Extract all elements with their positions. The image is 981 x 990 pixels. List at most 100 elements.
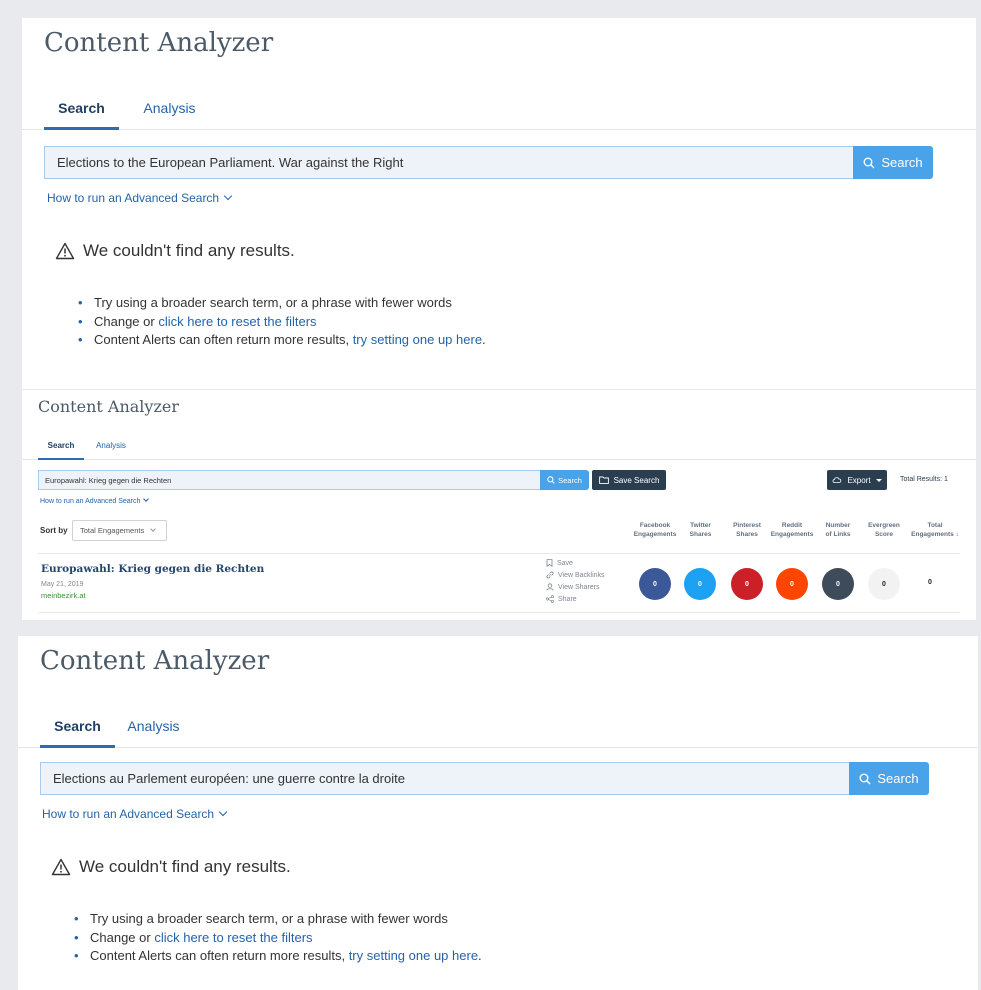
- tab-search[interactable]: Search: [38, 435, 84, 460]
- column-header-line: Engagements ↓: [911, 531, 959, 538]
- suggestion-text: Try using a broader search term, or a ph…: [90, 911, 448, 926]
- action-label: View Backlinks: [558, 571, 605, 579]
- reset-filters-link[interactable]: click here to reset the filters: [158, 314, 316, 329]
- setup-alert-link[interactable]: try setting one up here: [349, 948, 478, 963]
- page-title: Content Analyzer: [44, 28, 274, 58]
- no-results-text: We couldn't find any results.: [79, 857, 291, 876]
- action-label: View Sharers: [558, 583, 600, 591]
- column-header-evergreen[interactable]: Evergreen Score: [860, 521, 908, 539]
- search-button[interactable]: Search: [849, 762, 929, 795]
- column-header-reddit[interactable]: Reddit Engagements: [767, 521, 817, 539]
- tab-search[interactable]: Search: [44, 90, 119, 130]
- column-header-line: of Links: [825, 531, 851, 538]
- tab-bar: Search Analysis: [18, 708, 978, 748]
- content-analyzer-panel-french: Content Analyzer Search Analysis Search …: [18, 636, 978, 990]
- chevron-down-icon: [150, 525, 157, 532]
- reset-filters-link[interactable]: click here to reset the filters: [154, 930, 312, 945]
- advanced-search-link[interactable]: How to run an Advanced Search: [47, 191, 233, 205]
- column-header-twitter[interactable]: Twitter Shares: [678, 521, 723, 539]
- suggestion-text: Change or: [94, 313, 159, 329]
- column-header-line: Facebook: [639, 522, 671, 529]
- sort-select[interactable]: Total Engagements: [72, 520, 167, 541]
- column-header-line: Twitter: [690, 522, 711, 529]
- search-icon: [859, 773, 871, 784]
- folder-icon: [598, 476, 609, 484]
- facebook-engagements-value: 0: [639, 568, 671, 600]
- warning-icon: [55, 242, 75, 260]
- content-analyzer-panel-english: Content Analyzer Search Analysis Search …: [22, 18, 976, 389]
- cloud-download-icon: [833, 477, 842, 483]
- no-results-message: We couldn't find any results.: [55, 241, 295, 261]
- tab-bar: Search Analysis: [22, 435, 976, 460]
- search-button-label: Search: [558, 475, 582, 485]
- advanced-search-label: How to run an Advanced Search: [40, 498, 141, 505]
- evergreen-score-value: 0: [868, 568, 900, 600]
- export-button[interactable]: Export: [827, 470, 887, 490]
- tab-bar: Search Analysis: [22, 90, 976, 130]
- column-header-line: Engagements: [770, 531, 814, 538]
- article-domain-link[interactable]: meinbezirk.at: [41, 591, 86, 600]
- advanced-search-label: How to run an Advanced Search: [47, 191, 220, 205]
- pinterest-shares-value: 0: [731, 568, 763, 600]
- article-title-link[interactable]: Europawahl: Krieg gegen die Rechten: [41, 563, 264, 575]
- column-header-pinterest[interactable]: Pinterest Shares: [724, 521, 770, 539]
- advanced-search-link[interactable]: How to run an Advanced Search: [40, 496, 150, 505]
- action-label: Share: [558, 595, 577, 603]
- column-header-facebook[interactable]: Facebook Engagements: [630, 521, 680, 539]
- search-icon: [547, 476, 555, 484]
- page-title: Content Analyzer: [38, 397, 179, 416]
- view-backlinks-action[interactable]: View Backlinks: [546, 571, 605, 579]
- chevron-down-icon: [223, 191, 233, 201]
- content-analyzer-panel-german: Content Analyzer Search Analysis Search …: [22, 390, 976, 620]
- advanced-search-label: How to run an Advanced Search: [42, 807, 215, 821]
- save-search-button[interactable]: Save Search: [592, 470, 666, 490]
- search-input[interactable]: [44, 146, 854, 179]
- twitter-shares-value: 0: [684, 568, 716, 600]
- column-header-line: Reddit: [781, 522, 803, 529]
- bookmark-icon: [546, 559, 553, 567]
- no-results-message: We couldn't find any results.: [51, 857, 291, 877]
- column-header-line: Evergreen: [868, 522, 900, 529]
- user-icon: [546, 583, 554, 591]
- tab-analysis[interactable]: Analysis: [132, 90, 207, 130]
- search-icon: [863, 157, 875, 168]
- search-button-label: Search: [877, 771, 919, 786]
- column-header-line: Engagements: [633, 531, 677, 538]
- advanced-search-link[interactable]: How to run an Advanced Search: [42, 807, 228, 821]
- tab-search[interactable]: Search: [40, 708, 115, 748]
- column-header-line: Shares: [689, 531, 712, 538]
- sort-by-label: Sort by: [40, 526, 68, 535]
- search-input[interactable]: [40, 762, 850, 795]
- search-button[interactable]: Search: [853, 146, 933, 179]
- column-header-links[interactable]: Number of Links: [817, 521, 859, 539]
- suggestion-broader-term: Try using a broader search term, or a ph…: [74, 910, 482, 929]
- page-title: Content Analyzer: [40, 646, 270, 676]
- suggestion-reset-filters: Change or click here to reset the filter…: [74, 929, 482, 948]
- suggestion-suffix: .: [478, 948, 482, 963]
- suggestion-text: Content Alerts can often return more res…: [94, 332, 353, 347]
- suggestion-text: Change or: [90, 929, 155, 945]
- setup-alert-link[interactable]: try setting one up here: [353, 332, 482, 347]
- export-label: Export: [847, 475, 871, 485]
- total-engagements-value: 0: [928, 579, 932, 586]
- suggestion-text: Try using a broader search term, or a ph…: [94, 295, 452, 310]
- view-sharers-action[interactable]: View Sharers: [546, 583, 600, 591]
- no-results-text: We couldn't find any results.: [83, 241, 295, 260]
- tab-analysis[interactable]: Analysis: [88, 435, 134, 460]
- suggestion-text: Content Alerts can often return more res…: [90, 948, 349, 963]
- row-divider: [38, 612, 960, 613]
- share-action[interactable]: Share: [546, 595, 577, 603]
- chevron-down-icon: [143, 496, 150, 502]
- save-action[interactable]: Save: [546, 559, 573, 567]
- search-button[interactable]: Search: [540, 470, 589, 490]
- link-icon: [546, 571, 554, 579]
- total-results: Total Results: 1: [900, 476, 948, 483]
- search-input[interactable]: [38, 470, 541, 490]
- suggestion-broader-term: Try using a broader search term, or a ph…: [78, 294, 486, 313]
- suggestions-list: Try using a broader search term, or a ph…: [78, 294, 486, 350]
- suggestions-list: Try using a broader search term, or a ph…: [74, 910, 482, 966]
- column-header-line: Total: [927, 522, 943, 529]
- tab-analysis[interactable]: Analysis: [116, 708, 191, 748]
- number-of-links-value: 0: [822, 568, 854, 600]
- column-header-total[interactable]: Total Engagements ↓: [906, 521, 964, 539]
